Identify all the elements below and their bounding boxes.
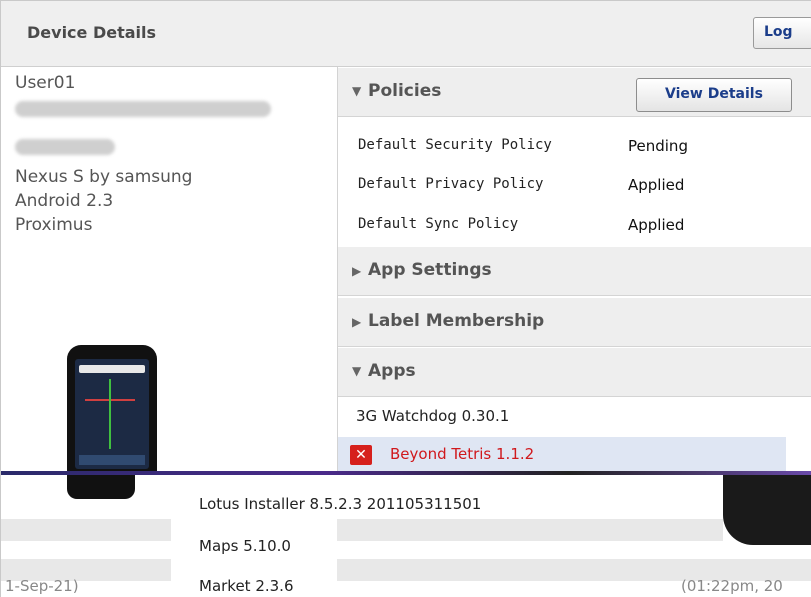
label-membership-title: Label Membership [368,311,545,331]
app-name[interactable]: Market 2.3.6 [199,577,294,595]
policy-status: Applied [628,216,685,234]
policy-name: Default Security Policy [358,137,552,153]
app-name[interactable]: Maps 5.10.0 [199,537,291,555]
panel-title: Device Details [27,23,157,42]
footer-date-fragment: 1-Sep-21) [5,577,79,595]
policy-status: Pending [628,137,688,155]
policy-row: Default Security Policy Pending [338,127,811,165]
app-name[interactable]: Lotus Installer 8.5.2.3 201105311501 [199,495,481,513]
device-os: Android 2.3 [15,191,114,211]
policies-header[interactable]: ▼ Policies View Details [338,67,811,117]
policy-row: Default Sync Policy Applied [338,206,811,244]
device-details-panel: Device Details Log User01 Nexus S by sam… [0,0,811,597]
policy-status: Applied [628,176,685,194]
device-user: User01 [15,73,76,93]
app-settings-title: App Settings [368,260,492,280]
error-x-icon: ✕ [350,445,372,465]
phone-image-fragment [723,475,811,545]
triangle-right-icon: ▶ [352,315,362,329]
device-carrier: Proximus [15,215,93,235]
app-item[interactable]: 3G Watchdog 0.30.1 [338,399,811,435]
policy-row: Default Privacy Policy Applied [338,166,811,204]
app-name: 3G Watchdog 0.30.1 [356,407,510,425]
app-settings-header[interactable]: ▶ App Settings [338,246,811,296]
app-item-error[interactable]: ✕ Beyond Tetris 1.1.2 [338,437,786,473]
redacted-field [15,101,271,117]
apps-header[interactable]: ▼ Apps [338,347,811,397]
triangle-down-icon: ▼ [352,84,362,98]
log-button[interactable]: Log [753,17,811,49]
app-name: Beyond Tetris 1.1.2 [390,445,535,463]
view-details-button[interactable]: View Details [636,78,792,112]
redacted-field [15,139,115,155]
panel-header: Device Details Log [1,1,811,67]
footer-time-fragment: (01:22pm, 20 [681,577,783,595]
triangle-right-icon: ▶ [352,264,362,278]
triangle-down-icon: ▼ [352,364,362,378]
apps-title: Apps [368,361,416,381]
device-model: Nexus S by samsung [15,167,193,187]
phone-screen [75,359,149,469]
policy-name: Default Sync Policy [358,216,519,232]
policies-title: Policies [368,81,442,101]
label-membership-header[interactable]: ▶ Label Membership [338,297,811,347]
policy-name: Default Privacy Policy [358,176,544,192]
